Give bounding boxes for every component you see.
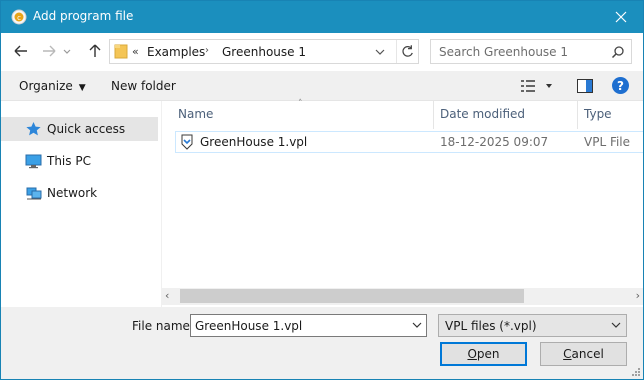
close-icon[interactable] xyxy=(603,2,639,32)
network-icon xyxy=(26,187,42,200)
title-bar: c Add program file xyxy=(1,1,643,33)
view-options-icon[interactable] xyxy=(519,77,555,95)
cancel-button[interactable]: Cancel xyxy=(540,342,627,366)
star-icon xyxy=(26,122,41,136)
open-button-label: Open xyxy=(467,347,500,361)
chevron-right-icon[interactable]: › xyxy=(205,45,209,56)
app-icon: c xyxy=(11,9,27,25)
preview-pane-icon[interactable] xyxy=(576,77,594,95)
sidebar-item-this-pc[interactable]: This PC xyxy=(1,149,158,173)
breadcrumb-greenhouse[interactable]: Greenhouse 1 xyxy=(222,45,306,59)
command-bar: Organize ▼ New folder ? xyxy=(1,71,643,101)
file-name-label: File name: xyxy=(132,319,194,333)
help-icon[interactable]: ? xyxy=(611,76,630,95)
vpl-file-icon xyxy=(181,134,193,150)
organize-label: Organize xyxy=(19,79,73,93)
file-name: GreenHouse 1.vpl xyxy=(200,135,308,149)
file-name-value: GreenHouse 1.vpl xyxy=(195,319,303,333)
breadcrumb-overflow[interactable]: « xyxy=(132,45,139,58)
forward-arrow-icon[interactable] xyxy=(39,41,59,61)
organize-button[interactable]: Organize ▼ xyxy=(19,79,86,93)
svg-text:c: c xyxy=(17,14,21,22)
search-icon[interactable] xyxy=(611,45,625,59)
search-placeholder: Search Greenhouse 1 xyxy=(439,45,569,59)
chevron-down-icon[interactable] xyxy=(408,315,426,336)
open-button[interactable]: Open xyxy=(440,342,527,366)
address-bar[interactable]: « Examples › Greenhouse 1 xyxy=(109,39,419,64)
horizontal-scrollbar[interactable]: ‹ › xyxy=(162,288,643,305)
up-arrow-icon[interactable] xyxy=(85,41,105,61)
new-folder-button[interactable]: New folder xyxy=(111,79,176,93)
column-header-name[interactable]: Name xyxy=(162,101,434,129)
resize-grip-icon[interactable] xyxy=(631,367,641,377)
scrollbar-thumb[interactable] xyxy=(180,289,524,303)
folder-icon xyxy=(114,44,128,59)
refresh-icon[interactable] xyxy=(396,40,418,63)
navigation-pane: Quick access This PC Network xyxy=(1,101,161,307)
column-header-label: Type xyxy=(584,107,612,121)
sidebar-item-label: Quick access xyxy=(47,122,126,136)
search-input[interactable]: Search Greenhouse 1 xyxy=(430,39,632,64)
breadcrumb-examples[interactable]: Examples xyxy=(147,45,205,59)
svg-text:?: ? xyxy=(617,79,624,93)
scroll-left-icon[interactable]: ‹ xyxy=(165,289,169,302)
cancel-button-label: Cancel xyxy=(563,347,604,361)
sidebar-item-quick-access[interactable]: Quick access xyxy=(1,117,158,141)
file-type: VPL File xyxy=(584,135,631,149)
file-list: ˄ Name Date modified Type GreenHouse 1.v… xyxy=(162,99,643,289)
file-type-select[interactable]: VPL files (*.vpl) xyxy=(438,314,627,337)
caret-down-icon: ▼ xyxy=(78,83,86,93)
sidebar-item-network[interactable]: Network xyxy=(1,181,158,205)
sidebar-item-label: Network xyxy=(47,186,98,200)
sidebar-item-label: This PC xyxy=(47,154,91,168)
column-header-date-modified[interactable]: Date modified xyxy=(434,101,578,129)
dialog-footer: File name: GreenHouse 1.vpl VPL files (*… xyxy=(1,307,643,379)
file-name-field[interactable]: GreenHouse 1.vpl xyxy=(190,314,427,337)
column-header-type[interactable]: Type xyxy=(578,101,643,128)
scroll-right-icon[interactable]: › xyxy=(636,289,640,302)
column-header-label: Date modified xyxy=(440,107,526,121)
window-title: Add program file xyxy=(33,9,134,23)
file-row[interactable]: GreenHouse 1.vpl 18-12-2025 09:07 VPL Fi… xyxy=(175,131,643,153)
add-program-file-dialog: c Add program file « Examples › Greenhou… xyxy=(0,0,644,380)
column-header-label: Name xyxy=(178,107,214,121)
chevron-down-icon xyxy=(611,322,621,328)
back-arrow-icon[interactable] xyxy=(11,41,31,61)
recent-locations-chevron-icon[interactable] xyxy=(61,41,73,61)
chevron-down-icon[interactable] xyxy=(375,45,385,59)
file-date-modified: 18-12-2025 09:07 xyxy=(440,135,549,149)
computer-icon xyxy=(25,154,42,169)
file-type-value: VPL files (*.vpl) xyxy=(445,319,537,333)
